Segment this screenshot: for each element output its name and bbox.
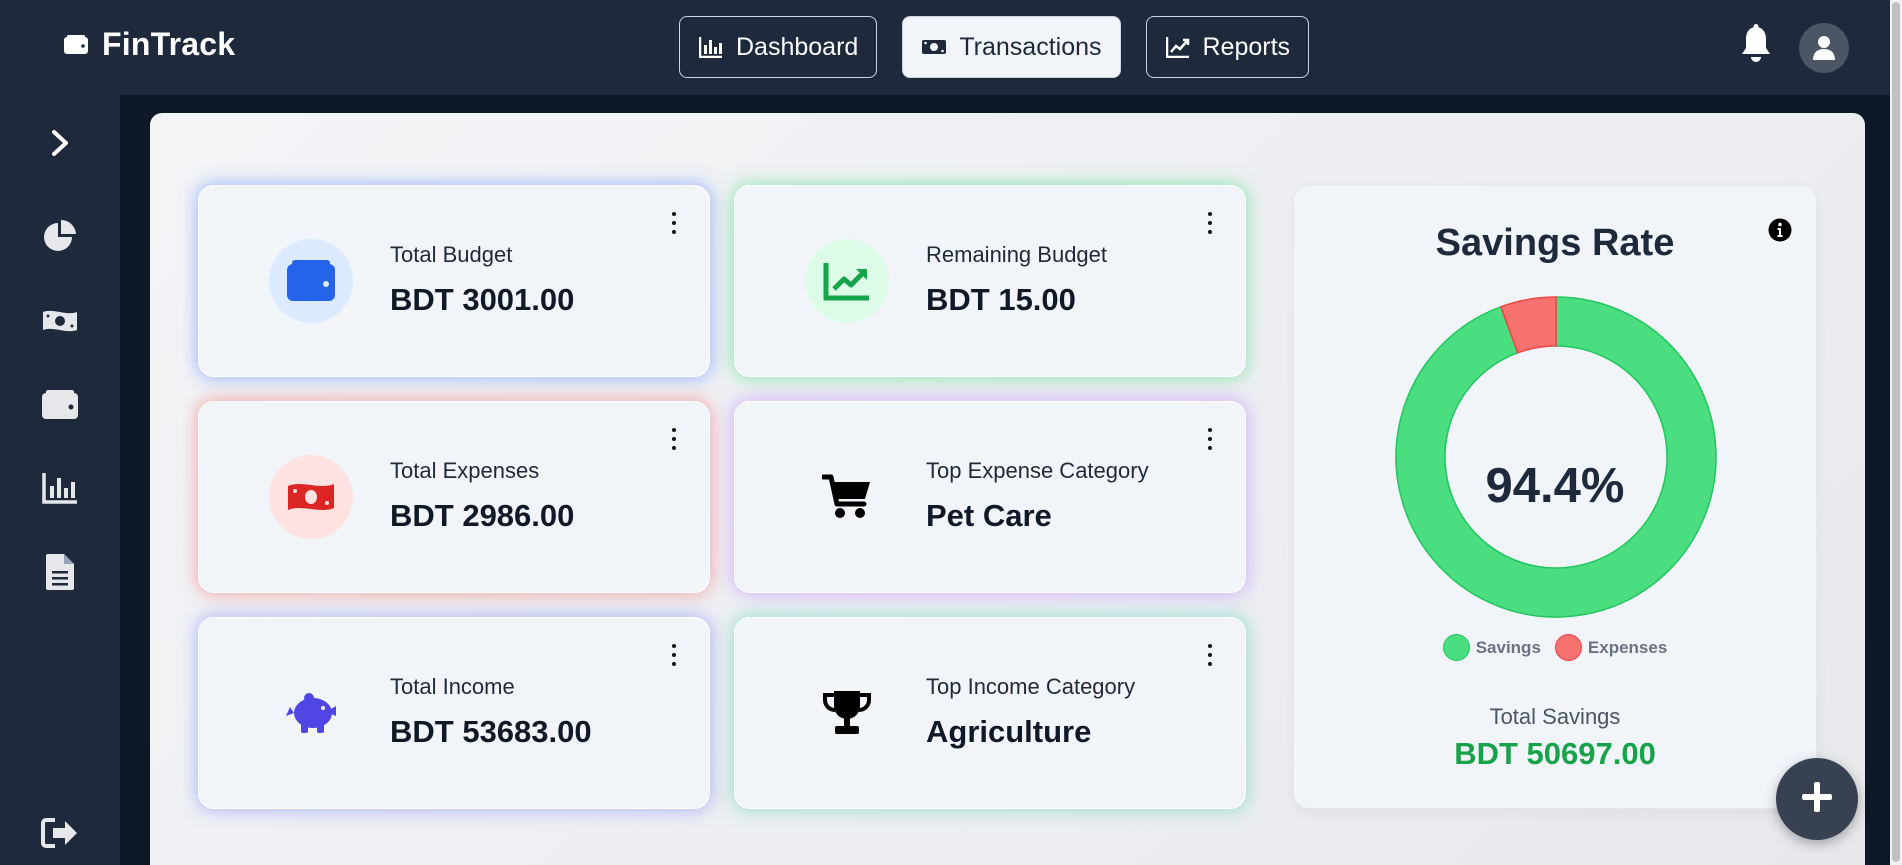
more-options-icon[interactable] — [669, 644, 679, 666]
nav-reports-label: Reports — [1202, 32, 1291, 61]
card-top-expense-category[interactable]: Top Expense Category Pet Care — [734, 401, 1246, 593]
card-total-budget[interactable]: Total Budget BDT 3001.00 — [198, 185, 710, 377]
wallet-icon — [64, 34, 90, 56]
card-value: BDT 53683.00 — [390, 714, 592, 749]
total-savings-label: Total Savings — [1489, 704, 1621, 729]
more-options-icon[interactable] — [1205, 428, 1215, 450]
sidebar-item-analytics[interactable] — [40, 470, 80, 510]
legend-label-savings: Savings — [1475, 637, 1541, 657]
bar-chart-icon — [42, 472, 78, 509]
card-label: Total Expenses — [390, 458, 540, 483]
top-bar: FinTrack Dashboard Transactions Reports — [0, 0, 1902, 95]
card-label: Top Income Category — [926, 674, 1136, 699]
brand[interactable]: FinTrack — [64, 26, 235, 63]
total-savings-value: BDT 50697.00 — [1454, 736, 1656, 771]
cart-icon — [805, 455, 889, 539]
user-icon[interactable] — [1799, 23, 1849, 73]
chevron-right-icon — [50, 129, 70, 162]
wallet-icon — [42, 389, 78, 425]
nav-reports[interactable]: Reports — [1145, 16, 1310, 78]
line-chart-icon — [1165, 36, 1191, 58]
card-top-income-category[interactable]: Top Income Category Agriculture — [734, 617, 1246, 809]
card-label: Total Budget — [390, 242, 513, 267]
legend-swatch-savings — [1442, 634, 1470, 661]
info-icon[interactable] — [1768, 218, 1792, 242]
card-value: Pet Care — [926, 498, 1052, 533]
money-bill-icon — [41, 308, 79, 339]
plus-icon — [1801, 781, 1833, 818]
savings-rate-card: Savings Rate 94.4% Savings Expenses Tota… — [1293, 185, 1817, 809]
bar-chart-icon — [698, 36, 724, 58]
card-value: BDT 3001.00 — [390, 282, 575, 317]
sidebar-item-reports[interactable] — [40, 553, 80, 595]
legend-swatch-expenses — [1554, 634, 1582, 661]
card-value: BDT 15.00 — [926, 282, 1076, 317]
add-transaction-button[interactable] — [1776, 758, 1858, 840]
trophy-icon — [805, 671, 889, 755]
card-value: BDT 2986.00 — [390, 498, 575, 533]
nav-dashboard-label: Dashboard — [736, 32, 859, 61]
chart-legend: Savings Expenses — [1294, 634, 1816, 661]
card-total-income[interactable]: Total Income BDT 53683.00 — [198, 617, 710, 809]
scrollbar-thumb[interactable] — [1892, 2, 1900, 862]
sidebar-item-budget[interactable] — [40, 387, 80, 427]
nav-dashboard[interactable]: Dashboard — [679, 16, 878, 78]
sidebar-item-transactions[interactable] — [40, 303, 80, 343]
money-bill-icon — [269, 455, 353, 539]
more-options-icon[interactable] — [1205, 644, 1215, 666]
sidebar-item-overview[interactable] — [40, 219, 80, 259]
card-label: Top Expense Category — [926, 458, 1149, 483]
savings-percent: 94.4% — [1485, 459, 1625, 513]
card-label: Total Income — [390, 674, 515, 699]
legend-label-expenses: Expenses — [1587, 637, 1668, 657]
legend-item-savings[interactable]: Savings — [1442, 634, 1541, 661]
file-icon — [46, 553, 74, 595]
brand-name: FinTrack — [102, 26, 236, 62]
savings-donut-chart — [1395, 296, 1717, 618]
sidebar-toggle[interactable] — [40, 125, 80, 165]
card-total-expenses[interactable]: Total Expenses BDT 2986.00 — [198, 401, 710, 593]
more-options-icon[interactable] — [669, 428, 679, 450]
pie-chart-icon — [42, 219, 78, 260]
sidebar — [0, 95, 120, 865]
card-remaining-budget[interactable]: Remaining Budget BDT 15.00 — [734, 185, 1246, 377]
money-bill-icon — [921, 36, 947, 58]
savings-title: Savings Rate — [1435, 222, 1675, 264]
nav-transactions[interactable]: Transactions — [902, 16, 1121, 78]
card-value: Agriculture — [926, 714, 1092, 749]
more-options-icon[interactable] — [669, 212, 679, 234]
nav-transactions-label: Transactions — [959, 32, 1102, 61]
piggy-bank-icon — [269, 671, 353, 755]
card-label: Remaining Budget — [926, 242, 1108, 267]
bell-icon[interactable] — [1738, 24, 1774, 64]
main-nav: Dashboard Transactions Reports — [679, 16, 1310, 78]
trend-up-icon — [805, 239, 889, 323]
more-options-icon[interactable] — [1205, 212, 1215, 234]
sidebar-item-logout[interactable] — [40, 815, 80, 855]
wallet-icon — [269, 239, 353, 323]
legend-item-expenses[interactable]: Expenses — [1554, 634, 1668, 661]
sign-out-icon — [41, 817, 79, 853]
